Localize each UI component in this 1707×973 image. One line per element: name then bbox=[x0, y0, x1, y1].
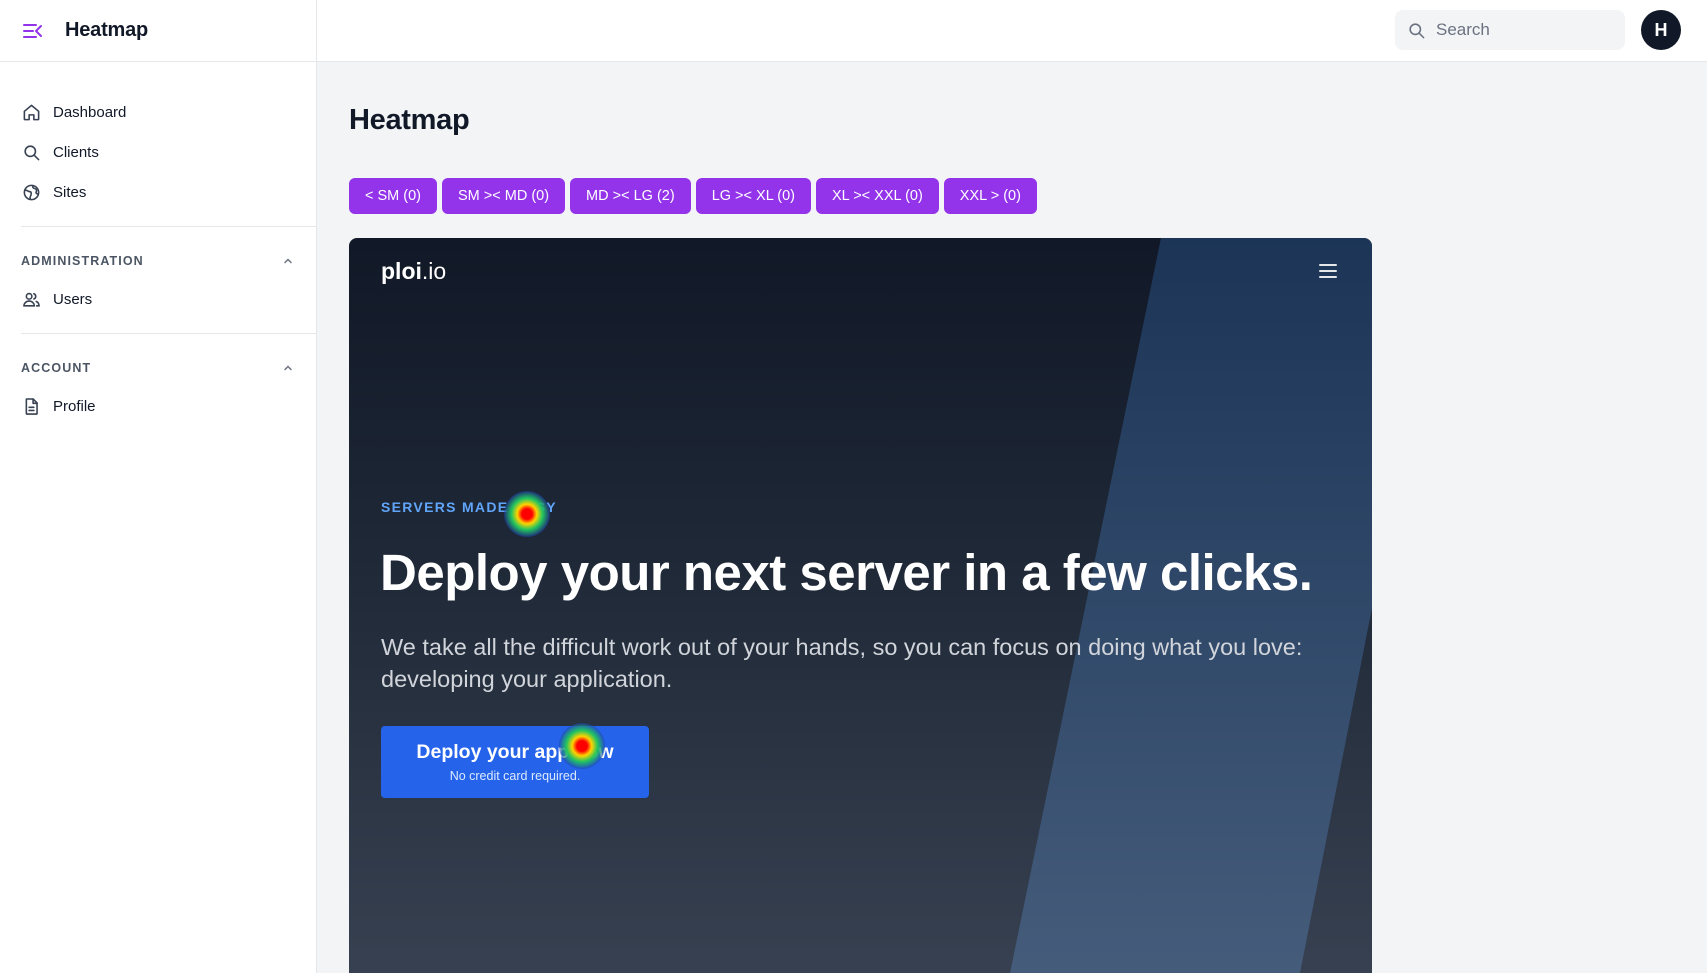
sidebar-item-label: Profile bbox=[53, 397, 96, 415]
preview-subheadline: We take all the difficult work out of yo… bbox=[381, 634, 1303, 692]
search-icon bbox=[1409, 22, 1425, 38]
preview-background-beam bbox=[1010, 238, 1372, 973]
cta-note: No credit card required. bbox=[449, 769, 581, 783]
sidebar-item-dashboard[interactable]: Dashboard bbox=[21, 92, 316, 132]
heatmap-preview: ploi.io SERVERS MADE EASY Deploy your ne… bbox=[349, 238, 1372, 973]
home-icon bbox=[21, 102, 41, 122]
sidebar-item-clients[interactable]: Clients bbox=[21, 132, 316, 172]
sidebar-item-users[interactable]: Users bbox=[21, 279, 316, 319]
sidebar-item-label: Clients bbox=[53, 143, 99, 161]
cta-label: Deploy your app now bbox=[416, 741, 614, 763]
group-label: ADMINISTRATION bbox=[21, 254, 144, 268]
sidebar: Heatmap Dashboard Clients Sites ADMINIST… bbox=[0, 0, 317, 973]
document-icon bbox=[21, 396, 41, 416]
preview-logo: ploi.io bbox=[381, 258, 446, 285]
avatar[interactable]: H bbox=[1641, 10, 1681, 50]
group-toggle-account[interactable]: ACCOUNT bbox=[21, 358, 293, 378]
breakpoint-button-lg-xl[interactable]: LG >< XL (0) bbox=[695, 178, 811, 214]
page-title: Heatmap bbox=[349, 104, 470, 136]
sidebar-group-administration: ADMINISTRATION Users bbox=[0, 227, 316, 333]
sidebar-item-label: Users bbox=[53, 290, 93, 308]
breakpoint-filter-bar: < SM (0) SM >< MD (0) MD >< LG (2) LG ><… bbox=[349, 178, 1037, 214]
topbar: H bbox=[317, 0, 1707, 62]
group-label: ACCOUNT bbox=[21, 361, 92, 375]
menu-collapse-icon[interactable] bbox=[22, 20, 44, 42]
breakpoint-button-md-lg[interactable]: MD >< LG (2) bbox=[570, 178, 691, 214]
breakpoint-button-sm[interactable]: < SM (0) bbox=[349, 178, 437, 214]
app-title: Heatmap bbox=[65, 19, 149, 41]
logo-bold-text: ploi bbox=[381, 258, 422, 284]
breakpoint-button-sm-md[interactable]: SM >< MD (0) bbox=[442, 178, 566, 214]
sidebar-item-label: Dashboard bbox=[53, 103, 127, 121]
chevron-up-icon bbox=[284, 258, 292, 264]
sidebar-item-label: Sites bbox=[53, 183, 87, 201]
breakpoint-button-xl-xxl[interactable]: XL >< XXL (0) bbox=[815, 178, 939, 214]
logo-tld-text: .io bbox=[421, 258, 447, 284]
group-toggle-administration[interactable]: ADMINISTRATION bbox=[21, 251, 293, 271]
sidebar-group-account: ACCOUNT Profile bbox=[0, 334, 316, 440]
deploy-app-button[interactable]: Deploy your app now No credit card requi… bbox=[381, 726, 649, 798]
globe-icon bbox=[21, 182, 41, 202]
chevron-up-icon bbox=[284, 365, 292, 371]
preview-headline: Deploy your next server in a few clicks. bbox=[380, 544, 1313, 601]
sidebar-brand: Heatmap bbox=[0, 0, 316, 62]
preview-tagline: SERVERS MADE EASY bbox=[381, 499, 557, 515]
hamburger-menu-icon[interactable] bbox=[1317, 260, 1339, 282]
sidebar-nav: Dashboard Clients Sites bbox=[0, 62, 316, 212]
search-icon bbox=[21, 142, 41, 162]
sidebar-item-profile[interactable]: Profile bbox=[21, 386, 316, 426]
search-input[interactable] bbox=[1436, 20, 1606, 40]
sidebar-item-sites[interactable]: Sites bbox=[21, 172, 316, 212]
breakpoint-button-xxl[interactable]: XXL > (0) bbox=[943, 178, 1037, 214]
users-icon bbox=[21, 289, 41, 309]
search-box[interactable] bbox=[1395, 10, 1625, 50]
